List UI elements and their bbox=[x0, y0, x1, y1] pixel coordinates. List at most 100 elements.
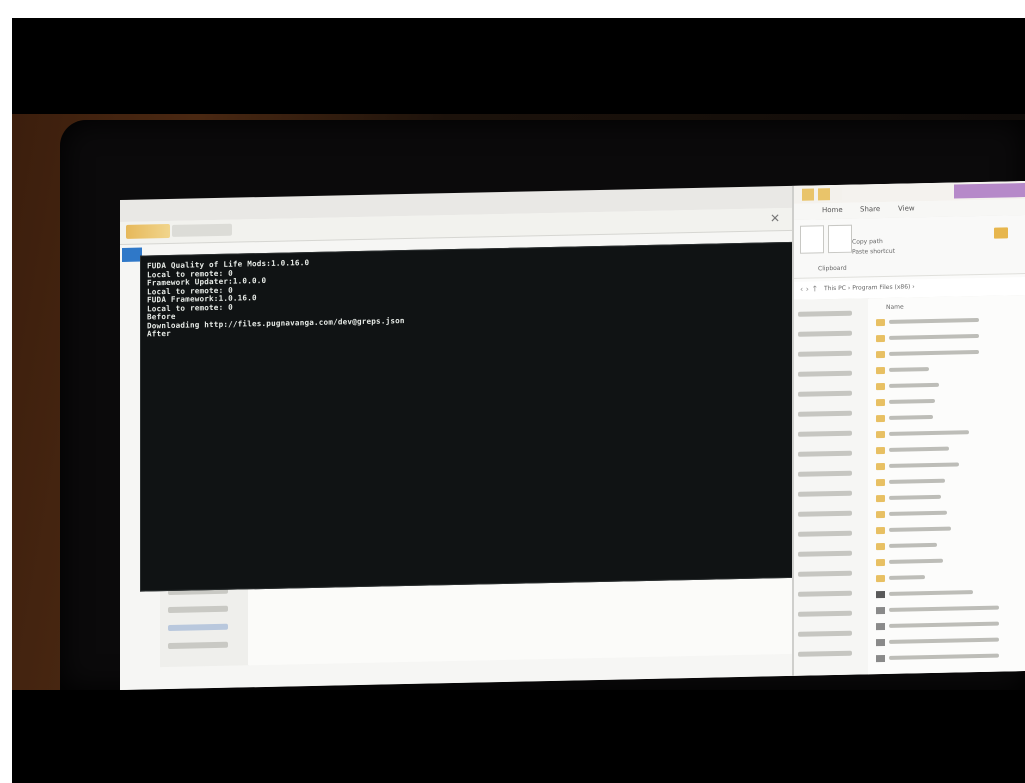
console-window[interactable]: FUDA Quality of Life Mods:1.0.16.0 Local… bbox=[140, 241, 814, 592]
list-item[interactable] bbox=[876, 427, 1025, 439]
nav-item[interactable] bbox=[798, 550, 852, 557]
explorer-file-list[interactable]: Name bbox=[868, 295, 1025, 675]
folder-icon bbox=[876, 462, 885, 471]
column-header-name[interactable]: Name bbox=[886, 304, 904, 311]
nav-item[interactable] bbox=[798, 450, 852, 457]
folder-name-line bbox=[889, 558, 943, 564]
tab-share[interactable]: Share bbox=[860, 205, 880, 213]
explorer-ribbon: Copy path Paste shortcut Clipboard bbox=[794, 215, 1025, 279]
nav-item[interactable] bbox=[798, 390, 852, 397]
folder-icon bbox=[876, 558, 885, 567]
explorer-nav-pane[interactable] bbox=[794, 298, 869, 676]
nav-item[interactable] bbox=[798, 590, 852, 597]
pin-button[interactable] bbox=[800, 225, 824, 254]
list-item[interactable] bbox=[876, 619, 1025, 631]
nav-item[interactable] bbox=[798, 350, 852, 357]
list-item[interactable] bbox=[876, 523, 1025, 535]
quick-access-toolbar[interactable] bbox=[802, 187, 842, 201]
list-item[interactable] bbox=[876, 331, 1025, 343]
nav-item[interactable] bbox=[798, 530, 852, 537]
folder-icon bbox=[126, 223, 170, 239]
folder-name-line bbox=[889, 542, 937, 548]
folder-name-line bbox=[889, 318, 979, 324]
folder-icon bbox=[876, 494, 885, 503]
folder-icon bbox=[876, 366, 885, 375]
move-to-icon[interactable] bbox=[994, 227, 1008, 239]
nav-item[interactable] bbox=[798, 370, 852, 377]
list-item[interactable] bbox=[876, 443, 1025, 455]
list-item[interactable] bbox=[876, 475, 1025, 487]
window-tab[interactable] bbox=[172, 223, 232, 237]
paste-shortcut-label[interactable]: Paste shortcut bbox=[852, 248, 895, 256]
folder-name-line bbox=[889, 398, 935, 404]
file-name-line bbox=[889, 605, 999, 612]
file-name-line bbox=[889, 590, 973, 596]
list-item[interactable] bbox=[876, 347, 1025, 359]
list-item[interactable] bbox=[876, 363, 1025, 375]
folder-icon bbox=[876, 574, 885, 583]
nav-item[interactable] bbox=[798, 470, 852, 477]
list-item[interactable] bbox=[876, 555, 1025, 567]
list-item[interactable] bbox=[876, 571, 1025, 583]
address-path[interactable]: This PC › Program Files (x86) › bbox=[824, 283, 915, 292]
file-explorer-window[interactable]: Home Share View Copy path Paste shortcut… bbox=[792, 181, 1025, 676]
folder-icon bbox=[876, 526, 885, 535]
video-frame: ✕ FUDA Quality of Life Mods:1.0.16.0 Loc… bbox=[0, 0, 1025, 783]
list-item[interactable] bbox=[876, 603, 1025, 615]
list-item[interactable] bbox=[876, 635, 1025, 647]
close-icon[interactable]: ✕ bbox=[770, 211, 780, 225]
nav-item[interactable] bbox=[798, 570, 852, 577]
list-item[interactable] bbox=[876, 315, 1025, 327]
list-item[interactable] bbox=[876, 491, 1025, 503]
nav-item[interactable] bbox=[798, 310, 852, 317]
list-item[interactable] bbox=[876, 411, 1025, 423]
folder-name-line bbox=[889, 575, 925, 580]
folder-name-line bbox=[889, 382, 939, 388]
nav-item[interactable] bbox=[798, 610, 852, 617]
nav-item[interactable] bbox=[168, 605, 228, 613]
list-item[interactable] bbox=[876, 651, 1025, 663]
file-icon bbox=[876, 606, 885, 615]
nav-item[interactable] bbox=[798, 490, 852, 497]
folder-name-line bbox=[889, 478, 945, 484]
folder-icon bbox=[876, 350, 885, 359]
nav-item[interactable] bbox=[798, 410, 852, 417]
list-item[interactable] bbox=[876, 507, 1025, 519]
ribbon-section-label: Clipboard bbox=[818, 264, 847, 273]
letterbox-bottom bbox=[12, 690, 1025, 783]
folder-name-line bbox=[889, 367, 929, 372]
nav-item[interactable] bbox=[168, 641, 228, 649]
nav-item[interactable] bbox=[798, 430, 852, 437]
manage-tab-accent[interactable] bbox=[954, 183, 1025, 199]
folder-name-line bbox=[889, 414, 933, 420]
tab-view[interactable]: View bbox=[898, 204, 915, 212]
list-item[interactable] bbox=[876, 587, 1025, 599]
folder-icon bbox=[876, 510, 885, 519]
file-icon bbox=[876, 654, 885, 663]
folder-icon bbox=[876, 414, 885, 423]
folder-icon bbox=[876, 318, 885, 327]
back-forward-arrows[interactable]: ‹ › ↑ bbox=[800, 284, 818, 293]
app-tab-icon[interactable] bbox=[122, 247, 142, 262]
list-item[interactable] bbox=[876, 459, 1025, 471]
monitor-screen: ✕ FUDA Quality of Life Mods:1.0.16.0 Loc… bbox=[120, 181, 1025, 690]
list-item[interactable] bbox=[876, 539, 1025, 551]
letterbox-top bbox=[12, 18, 1025, 114]
folder-name-line bbox=[889, 462, 959, 468]
nav-item[interactable] bbox=[798, 630, 852, 637]
folder-name-line bbox=[889, 430, 969, 436]
list-item[interactable] bbox=[876, 395, 1025, 407]
tab-home[interactable]: Home bbox=[822, 206, 843, 214]
copy-path-label[interactable]: Copy path bbox=[852, 238, 883, 246]
folder-name-line bbox=[889, 350, 979, 356]
file-name-line bbox=[889, 621, 999, 628]
nav-item[interactable] bbox=[798, 650, 852, 657]
nav-item[interactable] bbox=[798, 510, 852, 517]
folder-icon bbox=[876, 478, 885, 487]
nav-item[interactable] bbox=[798, 330, 852, 337]
list-item[interactable] bbox=[876, 379, 1025, 391]
copy-button[interactable] bbox=[828, 224, 852, 254]
folder-name-line bbox=[889, 334, 979, 340]
nav-item-selected[interactable] bbox=[168, 623, 228, 631]
console-output: FUDA Quality of Life Mods:1.0.16.0 Local… bbox=[147, 257, 405, 339]
